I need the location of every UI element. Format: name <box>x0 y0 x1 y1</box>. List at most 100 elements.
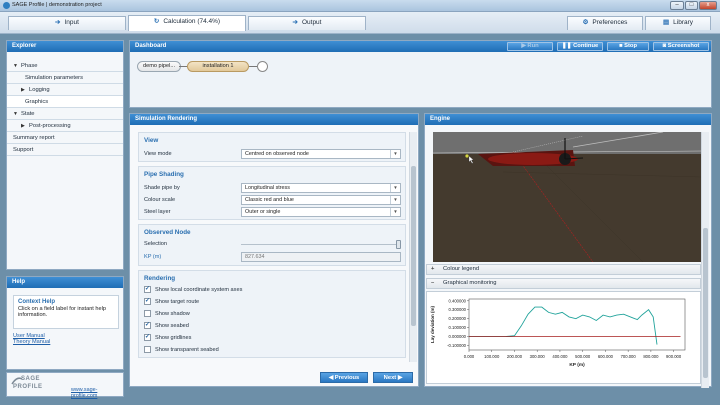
explorer-title: Explorer <box>7 41 123 52</box>
maximize-button[interactable]: □ <box>685 1 698 10</box>
plot-frame <box>468 298 686 351</box>
colour-legend-accordion[interactable]: + Colour legend <box>426 264 701 275</box>
stop-button[interactable]: ■ Stop <box>607 42 649 51</box>
explorer-item-label: State <box>21 111 35 117</box>
option-target-route[interactable]: ✓ Show target route <box>144 297 199 307</box>
tab-library[interactable]: ▤ Library <box>645 16 711 30</box>
node-demo-pipeline[interactable]: demo pipel... <box>137 61 182 72</box>
engine-3d-viewport[interactable] <box>433 132 703 262</box>
previous-button[interactable]: ◀ Previous <box>320 372 368 383</box>
view-mode-select[interactable]: Centred on observed node ▼ <box>241 149 401 159</box>
colour-scale-select[interactable]: Classic red and blue ▼ <box>241 195 401 205</box>
run-button[interactable]: ▶ Run <box>507 42 553 51</box>
x-tick-label: 900.000 <box>666 354 682 359</box>
refresh-icon: ↻ <box>153 18 160 25</box>
caret-right-icon: ▶ <box>21 87 25 93</box>
lay-deviation-chart: 0.400000 0.300000 0.200000 0.100000 0.000000… <box>430 298 686 368</box>
x-tick-label: 0.000 <box>464 354 475 359</box>
option-label: Show transparent seabed <box>155 347 219 353</box>
explorer-item-summary-report[interactable]: Summary report <box>7 132 123 144</box>
tab-calculation-label: Calculation (74.4%) <box>163 18 221 25</box>
close-button[interactable]: x <box>699 1 717 10</box>
option-label: Show seabed <box>155 323 189 329</box>
rendering-scrollbar-thumb[interactable] <box>411 166 416 326</box>
steel-layer-label[interactable]: Steel layer <box>144 209 170 215</box>
x-tick-label: 700.000 <box>621 354 637 359</box>
checkbox[interactable]: ✓ <box>144 298 151 306</box>
tab-input[interactable]: ➔ Input <box>8 16 126 30</box>
kp-label[interactable]: KP (m) <box>144 254 161 260</box>
option-label: Show shadow <box>155 311 190 317</box>
option-seabed[interactable]: ✓ Show seabed <box>144 321 189 331</box>
pipe-shading-section: Pipe Shading Shade pipe by Longitudinal … <box>138 166 406 220</box>
checkbox[interactable] <box>144 310 151 318</box>
node-end-circle[interactable] <box>257 61 268 72</box>
engine-scrollbar-thumb[interactable] <box>703 228 708 378</box>
option-gridlines[interactable]: ✓ Show gridlines <box>144 333 191 343</box>
observed-node-section: Observed Node Selection KP (m) 827.634 <box>138 224 406 266</box>
explorer-item-logging[interactable]: ▶ Logging <box>7 84 123 96</box>
option-label: Show local coordinate system axes <box>155 287 243 293</box>
explorer-item-state[interactable]: ▼ State <box>7 108 123 120</box>
node-connector <box>179 66 187 67</box>
caret-down-icon: ▼ <box>13 63 18 69</box>
context-help-text: Click on a field label for instant help … <box>18 306 106 318</box>
explorer-item-label: Support <box>13 147 34 153</box>
explorer-item-label: Phase <box>21 63 38 69</box>
pipe-shading-title: Pipe Shading <box>144 171 184 178</box>
explorer-item-label: Simulation parameters <box>25 75 83 81</box>
tab-input-label: Input <box>64 19 79 26</box>
steel-layer-select[interactable]: Outer or single ▼ <box>241 207 401 217</box>
context-help-title: Context Help <box>18 299 56 305</box>
selection-label[interactable]: Selection <box>144 241 167 247</box>
checkbox[interactable]: ✓ <box>144 334 151 342</box>
minimize-button[interactable]: – <box>670 1 684 10</box>
option-shadow[interactable]: Show shadow <box>144 309 190 319</box>
tab-preferences[interactable]: ⚙ Preferences <box>567 16 643 30</box>
brand-url-link[interactable]: www.sage-profile.com <box>71 387 123 399</box>
explorer-item-label: Graphics <box>25 99 49 105</box>
previous-label: Previous <box>334 375 360 381</box>
checkbox[interactable] <box>144 346 151 354</box>
shade-pipe-by-select[interactable]: Longitudinal stress ▼ <box>241 183 401 193</box>
stop-label: Stop <box>624 43 637 49</box>
x-axis-label: KP (m) <box>569 362 585 368</box>
next-button[interactable]: Next ▶ <box>373 372 413 383</box>
theory-manual-link[interactable]: Theory Manual <box>13 339 50 345</box>
expand-icon: + <box>431 266 435 272</box>
tab-calculation[interactable]: ↻ Calculation (74.4%) <box>128 15 246 31</box>
shade-pipe-by-label[interactable]: Shade pipe by <box>144 185 180 191</box>
explorer-item-post-processing[interactable]: ▶ Post-processing <box>7 120 123 132</box>
option-transparent-seabed[interactable]: Show transparent seabed <box>144 345 219 355</box>
explorer-item-simulation-parameters[interactable]: Simulation parameters <box>7 72 123 84</box>
tab-output[interactable]: ➔ Output <box>248 16 366 30</box>
brand-logo-top: SAGE <box>21 376 41 382</box>
explorer-item-graphics[interactable]: Graphics <box>7 96 123 108</box>
rendering-scrollbar[interactable] <box>409 132 417 362</box>
node-installation-1[interactable]: installation 1 <box>187 61 249 72</box>
graphical-monitoring-area: 0.400000 0.300000 0.200000 0.100000 0.000000… <box>426 291 701 384</box>
kp-input[interactable]: 827.634 <box>241 252 401 262</box>
graphical-monitoring-accordion[interactable]: – Graphical monitoring <box>426 278 701 289</box>
chevron-down-icon: ▼ <box>390 150 400 158</box>
continue-label: Continue <box>573 43 599 49</box>
selection-slider-thumb[interactable] <box>396 240 401 249</box>
engine-scrollbar[interactable] <box>701 132 709 388</box>
colour-scale-label[interactable]: Colour scale <box>144 197 175 203</box>
selection-slider-track[interactable] <box>241 244 401 245</box>
option-local-axes[interactable]: ✓ Show local coordinate system axes <box>144 285 242 295</box>
chevron-down-icon: ▼ <box>390 196 400 204</box>
help-panel: Help Context Help Click on a field label… <box>6 276 124 370</box>
screenshot-button[interactable]: ◙ Screenshot <box>653 42 709 51</box>
steel-layer-value: Outer or single <box>245 209 281 215</box>
explorer-item-support[interactable]: Support <box>7 144 123 156</box>
option-label: Show target route <box>155 299 200 305</box>
explorer-item-phase[interactable]: ▼ Phase <box>7 60 123 72</box>
view-mode-label[interactable]: View mode <box>144 151 172 157</box>
arrow-right-icon: ➔ <box>292 19 298 26</box>
tab-output-label: Output <box>301 19 322 26</box>
checkbox[interactable]: ✓ <box>144 322 151 330</box>
continue-button[interactable]: ❚❚ Continue <box>557 42 603 51</box>
main-tabbar: ➔ Input ↻ Calculation (74.4%) ➔ Output ⚙ Pre… <box>0 12 720 34</box>
checkbox[interactable]: ✓ <box>144 286 151 294</box>
